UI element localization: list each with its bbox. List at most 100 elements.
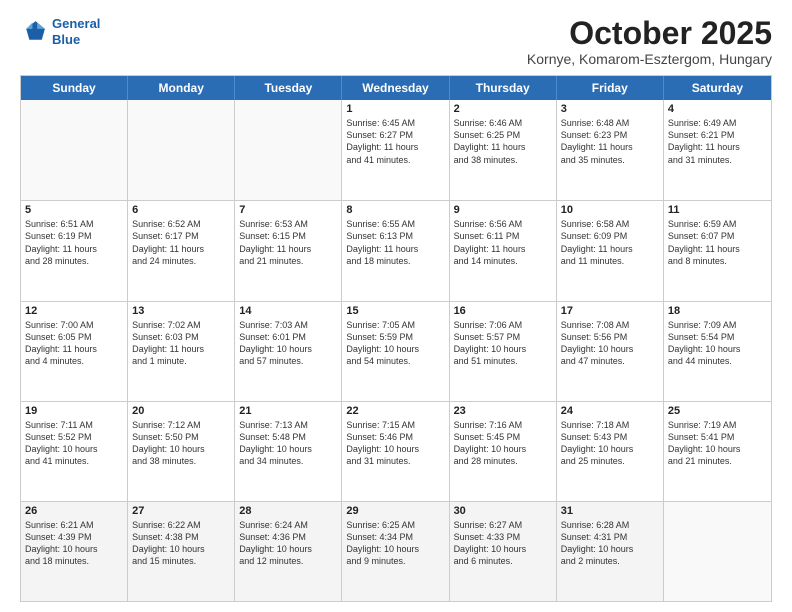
header-day: Thursday [450, 76, 557, 100]
calendar-cell: 19Sunrise: 7:11 AM Sunset: 5:52 PM Dayli… [21, 402, 128, 501]
day-info: Sunrise: 6:46 AM Sunset: 6:25 PM Dayligh… [454, 117, 552, 166]
day-info: Sunrise: 7:09 AM Sunset: 5:54 PM Dayligh… [668, 319, 767, 368]
day-number: 25 [668, 405, 767, 417]
day-number: 21 [239, 405, 337, 417]
calendar-cell: 1 Sunrise: 6:45 AM Sunset: 6:27 PM Daylig… [342, 100, 449, 200]
day-info: Sunrise: 7:16 AM Sunset: 5:45 PM Dayligh… [454, 419, 552, 468]
calendar-cell: 24 Sunrise: 7:18 AM Sunset: 5:43 PM Dayli… [557, 402, 664, 501]
day-number: 5 [25, 204, 123, 216]
day-number: 1 [346, 103, 444, 115]
calendar-cell [235, 100, 342, 200]
calendar-cell: 26 Sunrise: 6:21 AM Sunset: 4:39 PM Dayli… [21, 502, 128, 601]
day-info: Sunrise: 6:21 AM Sunset: 4:39 PM Dayligh… [25, 519, 123, 568]
calendar-cell: 3 Sunrise: 6:48 AM Sunset: 6:23 PM Daylig… [557, 100, 664, 200]
day-info: Sunrise: 6:48 AM Sunset: 6:23 PM Dayligh… [561, 117, 659, 166]
calendar-cell [128, 100, 235, 200]
day-number: 24 [561, 405, 659, 417]
calendar-cell: 23 Sunrise: 7:16 AM Sunset: 5:45 PM Dayli… [450, 402, 557, 501]
day-number: 11 [668, 204, 767, 216]
title-area: October 2025 Kornye, Komarom-Esztergom, … [527, 16, 772, 67]
calendar-cell: 2 Sunrise: 6:46 AM Sunset: 6:25 PM Daylig… [450, 100, 557, 200]
calendar-row: 26 Sunrise: 6:21 AM Sunset: 4:39 PM Dayli… [21, 501, 771, 601]
day-info: Sunrise: 7:08 AM Sunset: 5:56 PM Dayligh… [561, 319, 659, 368]
day-number: 23 [454, 405, 552, 417]
calendar-cell: 25Sunrise: 7:19 AM Sunset: 5:41 PM Dayli… [664, 402, 771, 501]
calendar-cell: 10 Sunrise: 6:58 AM Sunset: 6:09 PM Dayli… [557, 201, 664, 300]
logo: General Blue [20, 16, 100, 47]
day-number: 2 [454, 103, 552, 115]
calendar-cell: 18Sunrise: 7:09 AM Sunset: 5:54 PM Dayli… [664, 302, 771, 401]
day-info: Sunrise: 6:27 AM Sunset: 4:33 PM Dayligh… [454, 519, 552, 568]
calendar-cell: 29Sunrise: 6:25 AM Sunset: 4:34 PM Dayli… [342, 502, 449, 601]
day-info: Sunrise: 6:28 AM Sunset: 4:31 PM Dayligh… [561, 519, 659, 568]
day-info: Sunrise: 6:58 AM Sunset: 6:09 PM Dayligh… [561, 218, 659, 267]
day-number: 15 [346, 305, 444, 317]
calendar-cell: 27 Sunrise: 6:22 AM Sunset: 4:38 PM Dayli… [128, 502, 235, 601]
day-number: 29 [346, 505, 444, 517]
calendar-cell: 9 Sunrise: 6:56 AM Sunset: 6:11 PM Daylig… [450, 201, 557, 300]
day-info: Sunrise: 6:51 AM Sunset: 6:19 PM Dayligh… [25, 218, 123, 267]
header-day: Sunday [21, 76, 128, 100]
calendar-cell: 14Sunrise: 7:03 AM Sunset: 6:01 PM Dayli… [235, 302, 342, 401]
day-info: Sunrise: 6:22 AM Sunset: 4:38 PM Dayligh… [132, 519, 230, 568]
day-info: Sunrise: 7:11 AM Sunset: 5:52 PM Dayligh… [25, 419, 123, 468]
day-info: Sunrise: 7:13 AM Sunset: 5:48 PM Dayligh… [239, 419, 337, 468]
day-info: Sunrise: 7:02 AM Sunset: 6:03 PM Dayligh… [132, 319, 230, 368]
header-day: Wednesday [342, 76, 449, 100]
day-number: 8 [346, 204, 444, 216]
calendar-row: 19Sunrise: 7:11 AM Sunset: 5:52 PM Dayli… [21, 401, 771, 501]
calendar-cell: 21 Sunrise: 7:13 AM Sunset: 5:48 PM Dayli… [235, 402, 342, 501]
day-info: Sunrise: 7:06 AM Sunset: 5:57 PM Dayligh… [454, 319, 552, 368]
calendar: SundayMondayTuesdayWednesdayThursdayFrid… [20, 75, 772, 602]
calendar-cell: 28Sunrise: 6:24 AM Sunset: 4:36 PM Dayli… [235, 502, 342, 601]
day-info: Sunrise: 7:18 AM Sunset: 5:43 PM Dayligh… [561, 419, 659, 468]
page: General Blue October 2025 Kornye, Komaro… [0, 0, 792, 612]
day-info: Sunrise: 6:45 AM Sunset: 6:27 PM Dayligh… [346, 117, 444, 166]
day-info: Sunrise: 7:15 AM Sunset: 5:46 PM Dayligh… [346, 419, 444, 468]
calendar-cell: 7 Sunrise: 6:53 AM Sunset: 6:15 PM Daylig… [235, 201, 342, 300]
day-number: 12 [25, 305, 123, 317]
header-day: Tuesday [235, 76, 342, 100]
day-info: Sunrise: 6:49 AM Sunset: 6:21 PM Dayligh… [668, 117, 767, 166]
day-info: Sunrise: 6:53 AM Sunset: 6:15 PM Dayligh… [239, 218, 337, 267]
day-number: 9 [454, 204, 552, 216]
day-number: 30 [454, 505, 552, 517]
header-day: Saturday [664, 76, 771, 100]
day-number: 6 [132, 204, 230, 216]
day-number: 17 [561, 305, 659, 317]
calendar-cell [664, 502, 771, 601]
month-title: October 2025 [527, 16, 772, 51]
day-info: Sunrise: 6:24 AM Sunset: 4:36 PM Dayligh… [239, 519, 337, 568]
calendar-body: 1 Sunrise: 6:45 AM Sunset: 6:27 PM Daylig… [21, 100, 771, 601]
day-number: 20 [132, 405, 230, 417]
day-number: 10 [561, 204, 659, 216]
day-info: Sunrise: 7:00 AM Sunset: 6:05 PM Dayligh… [25, 319, 123, 368]
calendar-cell: 31 Sunrise: 6:28 AM Sunset: 4:31 PM Dayli… [557, 502, 664, 601]
day-number: 14 [239, 305, 337, 317]
day-info: Sunrise: 6:55 AM Sunset: 6:13 PM Dayligh… [346, 218, 444, 267]
day-number: 26 [25, 505, 123, 517]
day-info: Sunrise: 6:59 AM Sunset: 6:07 PM Dayligh… [668, 218, 767, 267]
calendar-header: SundayMondayTuesdayWednesdayThursdayFrid… [21, 76, 771, 100]
calendar-cell: 11 Sunrise: 6:59 AM Sunset: 6:07 PM Dayli… [664, 201, 771, 300]
day-number: 22 [346, 405, 444, 417]
day-info: Sunrise: 6:56 AM Sunset: 6:11 PM Dayligh… [454, 218, 552, 267]
day-number: 16 [454, 305, 552, 317]
calendar-cell: 22 Sunrise: 7:15 AM Sunset: 5:46 PM Dayli… [342, 402, 449, 501]
calendar-cell: 17 Sunrise: 7:08 AM Sunset: 5:56 PM Dayli… [557, 302, 664, 401]
calendar-cell [21, 100, 128, 200]
day-info: Sunrise: 7:05 AM Sunset: 5:59 PM Dayligh… [346, 319, 444, 368]
logo-text: General Blue [52, 16, 100, 47]
calendar-cell: 15 Sunrise: 7:05 AM Sunset: 5:59 PM Dayli… [342, 302, 449, 401]
day-number: 31 [561, 505, 659, 517]
day-info: Sunrise: 7:12 AM Sunset: 5:50 PM Dayligh… [132, 419, 230, 468]
day-number: 7 [239, 204, 337, 216]
calendar-cell: 4Sunrise: 6:49 AM Sunset: 6:21 PM Daylig… [664, 100, 771, 200]
location: Kornye, Komarom-Esztergom, Hungary [527, 51, 772, 67]
day-info: Sunrise: 6:52 AM Sunset: 6:17 PM Dayligh… [132, 218, 230, 267]
day-number: 3 [561, 103, 659, 115]
calendar-row: 12 Sunrise: 7:00 AM Sunset: 6:05 PM Dayli… [21, 301, 771, 401]
day-number: 27 [132, 505, 230, 517]
logo-line1: General [52, 16, 100, 31]
calendar-cell: 5 Sunrise: 6:51 AM Sunset: 6:19 PM Daylig… [21, 201, 128, 300]
